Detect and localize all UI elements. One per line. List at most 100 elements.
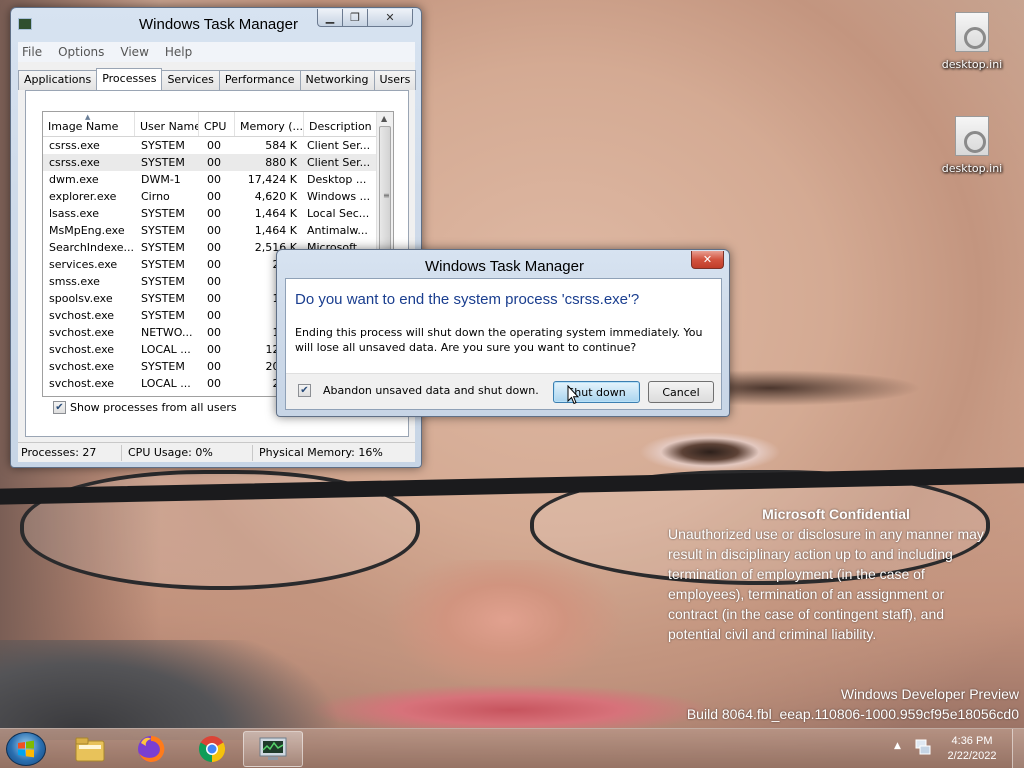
confidential-line: contract (in the case of contingent staf… bbox=[668, 606, 945, 622]
process-description: Windows ... bbox=[307, 190, 371, 203]
taskbar-firefox[interactable] bbox=[121, 731, 181, 767]
tab-performance[interactable]: Performance bbox=[218, 70, 301, 90]
minimize-button[interactable]: ▁ bbox=[317, 9, 343, 27]
column-header-user-name[interactable]: User Name bbox=[135, 112, 199, 136]
menu-help[interactable]: Help bbox=[165, 45, 192, 59]
tab-strip: Applications Processes Services Performa… bbox=[18, 68, 417, 90]
process-image-name: svchost.exe bbox=[49, 309, 115, 322]
wallpaper-shirt bbox=[0, 640, 340, 740]
sort-ascending-icon: ▲ bbox=[85, 113, 91, 121]
dialog-close-button[interactable]: ✕ bbox=[691, 251, 724, 269]
process-cpu: 00 bbox=[207, 139, 221, 152]
process-memory: 1,464 K bbox=[254, 207, 297, 220]
column-header-memory[interactable]: Memory (... bbox=[235, 112, 304, 136]
process-image-name: MsMpEng.exe bbox=[49, 224, 125, 237]
menu-view[interactable]: View bbox=[120, 45, 148, 59]
column-header-cpu[interactable]: CPU bbox=[199, 112, 235, 136]
taskbar-chrome[interactable] bbox=[182, 731, 242, 767]
confidential-title: Microsoft Confidential bbox=[762, 506, 910, 522]
process-user-name: DWM-1 bbox=[141, 173, 181, 186]
process-description: Client Ser... bbox=[307, 156, 371, 169]
process-row[interactable]: lsass.exe SYSTEM 00 1,464 K Local Sec... bbox=[43, 205, 393, 222]
start-button[interactable] bbox=[6, 732, 46, 766]
taskbar-file-explorer[interactable] bbox=[60, 731, 120, 767]
scroll-thumb[interactable]: ≡ bbox=[379, 126, 391, 266]
tab-processes[interactable]: Processes bbox=[96, 68, 163, 90]
wallpaper-nose bbox=[380, 560, 630, 700]
process-row[interactable]: explorer.exe Cirno 00 4,620 K Windows ... bbox=[43, 188, 393, 205]
mouse-pointer-icon bbox=[567, 385, 579, 405]
column-header-description[interactable]: Description bbox=[304, 112, 377, 136]
close-icon: ✕ bbox=[385, 11, 395, 24]
process-row[interactable]: csrss.exe SYSTEM 00 880 K Client Ser... bbox=[43, 154, 393, 171]
process-row[interactable]: dwm.exe DWM-1 00 17,424 K Desktop ... bbox=[43, 171, 393, 188]
process-cpu: 00 bbox=[207, 258, 221, 271]
process-image-name: svchost.exe bbox=[49, 343, 115, 356]
process-memory: 4,620 K bbox=[254, 190, 297, 203]
show-all-processes-checkbox[interactable]: ✔ bbox=[53, 401, 66, 414]
process-user-name: SYSTEM bbox=[141, 156, 185, 169]
clock-date: 2/22/2022 bbox=[947, 750, 997, 762]
process-row[interactable]: MsMpEng.exe SYSTEM 00 1,464 K Antimalw... bbox=[43, 222, 393, 239]
process-row[interactable]: csrss.exe SYSTEM 00 584 K Client Ser... bbox=[43, 137, 393, 154]
confidential-line: Unauthorized use or disclosure in any ma… bbox=[668, 526, 984, 542]
task-manager-title: Windows Task Manager bbox=[139, 16, 298, 33]
process-cpu: 00 bbox=[207, 190, 221, 203]
abandon-data-label: Abandon unsaved data and shut down. bbox=[323, 384, 539, 397]
process-cpu: 00 bbox=[207, 360, 221, 373]
process-image-name: explorer.exe bbox=[49, 190, 117, 203]
scroll-up-icon[interactable]: ▲ bbox=[381, 114, 387, 123]
abandon-data-checkbox[interactable]: ✔ bbox=[298, 384, 311, 397]
tab-networking[interactable]: Networking bbox=[299, 70, 375, 90]
process-image-name: svchost.exe bbox=[49, 360, 115, 373]
tab-users[interactable]: Users bbox=[373, 70, 417, 90]
process-cpu: 00 bbox=[207, 173, 221, 186]
desktop-icon-desktop-ini-2[interactable]: desktop.ini bbox=[936, 116, 1008, 175]
tab-services[interactable]: Services bbox=[161, 70, 220, 90]
taskbar-task-manager[interactable] bbox=[243, 731, 303, 767]
process-user-name: LOCAL ... bbox=[141, 377, 191, 390]
dialog-title: Windows Task Manager bbox=[425, 258, 584, 275]
confidential-line: result in disciplinary action up to and … bbox=[668, 546, 953, 562]
end-process-dialog: Windows Task Manager ✕ Do you want to en… bbox=[276, 249, 730, 417]
tab-applications[interactable]: Applications bbox=[18, 70, 98, 90]
task-manager-titlebar[interactable]: Windows Task Manager ▁ ❐ ✕ bbox=[11, 8, 421, 36]
process-image-name: spoolsv.exe bbox=[49, 292, 113, 305]
process-user-name: SYSTEM bbox=[141, 224, 185, 237]
process-user-name: NETWO... bbox=[141, 326, 193, 339]
minimize-icon: ▁ bbox=[325, 11, 335, 24]
show-all-processes-option[interactable]: ✔ Show processes from all users bbox=[53, 401, 237, 414]
show-hidden-icons-icon[interactable]: ▲ bbox=[894, 741, 901, 751]
cancel-button[interactable]: Cancel bbox=[648, 381, 714, 403]
column-header-image-name[interactable]: ▲ Image Name bbox=[43, 112, 135, 136]
status-physical-memory: Physical Memory: 16% bbox=[259, 445, 383, 459]
process-image-name: lsass.exe bbox=[49, 207, 99, 220]
process-image-name: csrss.exe bbox=[49, 156, 100, 169]
show-all-processes-label: Show processes from all users bbox=[70, 401, 237, 414]
network-icon[interactable] bbox=[914, 738, 932, 756]
abandon-data-option[interactable]: ✔ Abandon unsaved data and shut down. bbox=[298, 384, 539, 397]
process-cpu: 00 bbox=[207, 326, 221, 339]
process-image-name: services.exe bbox=[49, 258, 118, 271]
process-user-name: SYSTEM bbox=[141, 207, 185, 220]
process-user-name: Cirno bbox=[141, 190, 170, 203]
folder-icon bbox=[75, 737, 105, 762]
dialog-titlebar[interactable]: Windows Task Manager ✕ bbox=[277, 250, 729, 278]
process-user-name: SYSTEM bbox=[141, 241, 185, 254]
process-image-name: svchost.exe bbox=[49, 377, 115, 390]
status-cpu-usage: CPU Usage: 0% bbox=[122, 444, 253, 461]
process-user-name: SYSTEM bbox=[141, 275, 185, 288]
menu-options[interactable]: Options bbox=[58, 45, 104, 59]
confidential-notice: Microsoft Confidential Unauthorized use … bbox=[668, 504, 1018, 644]
show-desktop-button[interactable] bbox=[1012, 729, 1024, 768]
menu-file[interactable]: File bbox=[22, 45, 42, 59]
system-clock[interactable]: 4:36 PM 2/22/2022 bbox=[940, 734, 1004, 764]
maximize-button[interactable]: ❐ bbox=[342, 9, 368, 27]
desktop-icon-desktop-ini-1[interactable]: desktop.ini bbox=[936, 12, 1008, 71]
status-bar: Processes: 27 CPU Usage: 0% Physical Mem… bbox=[18, 442, 415, 462]
chrome-icon bbox=[198, 736, 226, 763]
close-button[interactable]: ✕ bbox=[367, 9, 413, 27]
process-image-name: csrss.exe bbox=[49, 139, 100, 152]
dialog-question: Do you want to end the system process 'c… bbox=[295, 291, 640, 308]
column-header-label: Image Name bbox=[48, 120, 119, 133]
